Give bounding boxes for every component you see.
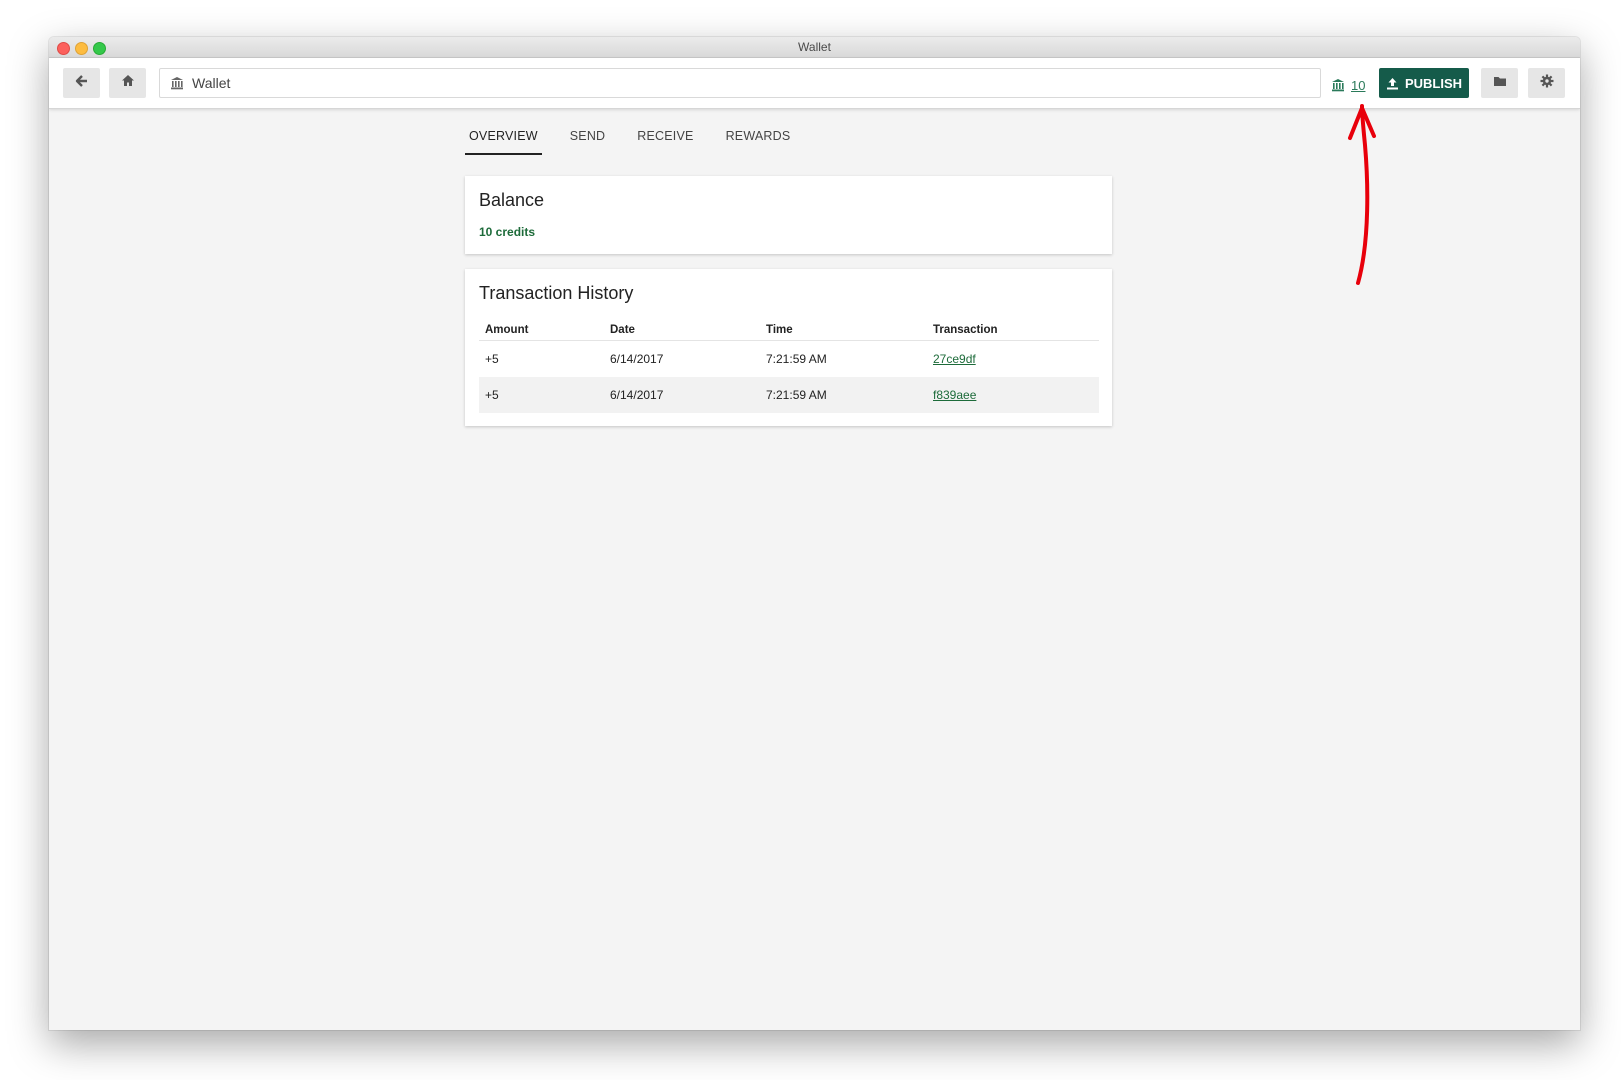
- time-cell: 7:21:59 AM: [760, 377, 927, 413]
- folder-icon: [1493, 74, 1507, 92]
- downloads-button[interactable]: [1481, 68, 1518, 98]
- transaction-cell: 27ce9df: [927, 341, 1099, 378]
- home-icon: [121, 74, 135, 92]
- table-row: +5 6/14/2017 7:21:59 AM f839aee: [479, 377, 1099, 413]
- minimize-window-button[interactable]: [75, 42, 88, 55]
- date-cell: 6/14/2017: [610, 352, 664, 366]
- balance-link[interactable]: 10: [1331, 75, 1365, 95]
- app-window: Wallet Wallet 10 PUBLISH OVERVIEW SEND R…: [49, 37, 1580, 1030]
- table-header-row: Amount Date Time Transaction: [479, 318, 1099, 341]
- back-button[interactable]: [63, 68, 100, 98]
- column-header-transaction: Transaction: [927, 318, 1099, 341]
- transaction-cell: f839aee: [927, 377, 1099, 413]
- gear-icon: [1540, 74, 1554, 93]
- settings-button[interactable]: [1528, 68, 1565, 98]
- table-row: +5 6/14/2017 7:21:59 AM 27ce9df: [479, 341, 1099, 378]
- balance-title: Balance: [479, 190, 545, 210]
- arrow-left-icon: [75, 74, 89, 93]
- balance-card: Balance 10 credits: [465, 176, 1112, 254]
- column-header-time: Time: [760, 318, 927, 341]
- transaction-history-title: Transaction History: [479, 283, 634, 303]
- column-header-amount: Amount: [479, 318, 604, 341]
- home-button[interactable]: [109, 68, 146, 98]
- balance-credits: 10 credits: [479, 225, 536, 239]
- transaction-link[interactable]: f839aee: [933, 388, 976, 402]
- amount-cell: +5: [479, 377, 604, 413]
- tab-receive[interactable]: RECEIVE: [633, 125, 697, 155]
- date-cell: 6/14/2017: [604, 377, 760, 413]
- address-text: Wallet: [192, 75, 231, 91]
- tab-overview[interactable]: OVERVIEW: [465, 125, 542, 155]
- amount-cell: +5: [485, 352, 499, 366]
- toolbar: Wallet 10 PUBLISH: [49, 58, 1580, 109]
- window-title: Wallet: [798, 40, 831, 54]
- publish-label: PUBLISH: [1404, 75, 1463, 91]
- zoom-window-button[interactable]: [93, 42, 106, 55]
- wallet-tabs: OVERVIEW SEND RECEIVE REWARDS: [465, 125, 818, 155]
- transaction-table: Amount Date Time Transaction +5 6/14/201…: [479, 318, 1099, 413]
- bank-icon: [1331, 78, 1345, 92]
- tab-send[interactable]: SEND: [566, 125, 610, 155]
- transaction-history-card: Transaction History Amount Date Time Tra…: [465, 269, 1112, 426]
- publish-button[interactable]: PUBLISH: [1379, 68, 1469, 98]
- column-header-date: Date: [604, 318, 760, 341]
- transaction-link[interactable]: 27ce9df: [933, 352, 976, 366]
- address-bar[interactable]: Wallet: [159, 68, 1321, 98]
- title-bar: Wallet: [49, 37, 1580, 58]
- balance-count: 10: [1351, 77, 1366, 93]
- upload-icon: [1386, 77, 1399, 90]
- time-cell: 7:21:59 AM: [766, 352, 827, 366]
- bank-icon: [170, 76, 184, 90]
- tab-rewards[interactable]: REWARDS: [722, 125, 795, 155]
- close-window-button[interactable]: [57, 42, 70, 55]
